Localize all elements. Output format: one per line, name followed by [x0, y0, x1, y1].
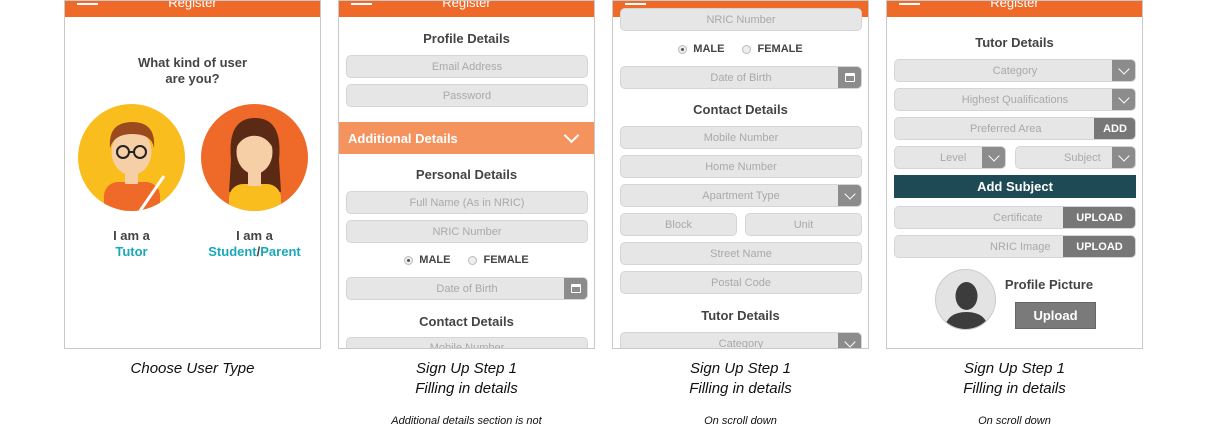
profile-picture-avatar	[935, 269, 996, 330]
date-of-birth-field[interactable]: Date of Birth	[620, 66, 862, 89]
chevron-down-icon	[838, 333, 861, 348]
block-field[interactable]: Block	[620, 213, 737, 236]
unit-field[interactable]: Unit	[745, 213, 862, 236]
radio-selected-icon	[404, 255, 414, 265]
profile-details-heading: Profile Details	[423, 31, 510, 46]
question-text: What kind of user are you?	[137, 55, 248, 86]
additional-details-label: Additional Details	[348, 130, 458, 146]
contact-details-heading: Contact Details	[693, 102, 788, 117]
gender-radio-group: MALE FEMALE	[613, 43, 868, 55]
radio-icon	[742, 44, 752, 54]
student-illustration	[229, 118, 281, 211]
top-bar: Register	[65, 1, 320, 17]
student-parent-option[interactable]: I am a Student/Parent	[193, 228, 316, 260]
mobile-number-field[interactable]: Mobile Number	[346, 337, 588, 348]
contact-details-heading: Contact Details	[419, 314, 514, 329]
mobile-number-field[interactable]: Mobile Number	[620, 126, 862, 149]
calendar-icon[interactable]	[564, 278, 587, 299]
app-title: Register	[442, 0, 491, 10]
caption-step1-b: Sign Up Step 1 Filling in details	[689, 360, 792, 397]
highest-qualifications-select[interactable]: Highest Qualifications	[894, 88, 1136, 111]
add-subject-button[interactable]: Add Subject	[894, 175, 1136, 198]
screen-signup-step1-c: Register Tutor Details Category Highest …	[886, 0, 1143, 349]
app-title: Register	[168, 0, 217, 10]
top-bar: Register	[887, 1, 1142, 17]
female-radio[interactable]: FEMALE	[468, 254, 529, 266]
apartment-type-select[interactable]: Apartment Type	[620, 184, 862, 207]
subject-select[interactable]: Subject	[1015, 146, 1136, 169]
category-select[interactable]: Category	[620, 332, 862, 348]
postal-code-field[interactable]: Postal Code	[620, 271, 862, 294]
app-title: Register	[990, 0, 1039, 10]
tutor-avatar[interactable]	[78, 104, 185, 211]
category-select[interactable]: Category	[894, 59, 1136, 82]
additional-details-toggle[interactable]: Additional Details	[339, 122, 594, 154]
chevron-down-icon	[1112, 147, 1135, 168]
gender-radio-group: MALE FEMALE	[339, 254, 594, 266]
chevron-down-icon	[982, 147, 1005, 168]
tutor-details-heading: Tutor Details	[975, 35, 1054, 50]
caption-choose-user-type: Choose User Type	[130, 360, 255, 377]
add-area-button[interactable]: ADD	[1094, 118, 1135, 139]
user-silhouette-icon	[944, 282, 989, 329]
caption-step1-a: Sign Up Step 1 Filling in details	[415, 360, 518, 397]
profile-picture-label: Profile Picture	[1004, 277, 1094, 292]
certificate-field[interactable]: Certificate UPLOAD	[894, 206, 1136, 229]
note-step1-c: On scroll down	[978, 415, 1051, 427]
note-step1-a: Additional details section is not	[391, 415, 542, 427]
top-bar: Register	[339, 1, 594, 17]
calendar-icon[interactable]	[838, 67, 861, 88]
radio-icon	[468, 255, 478, 265]
email-field[interactable]: Email Address	[346, 55, 588, 78]
nric-image-field[interactable]: NRIC Image UPLOAD	[894, 235, 1136, 258]
tutor-details-heading: Tutor Details	[701, 308, 780, 323]
screen-signup-step1-a: Register Profile Details Email Address P…	[338, 0, 595, 349]
tutor-option[interactable]: I am a Tutor	[78, 228, 185, 260]
chevron-down-icon	[563, 127, 580, 144]
student-avatar[interactable]	[201, 104, 308, 211]
personal-details-heading: Personal Details	[415, 167, 518, 182]
upload-profile-picture-button[interactable]: Upload	[1015, 302, 1096, 329]
note-step1-b: On scroll down	[704, 415, 777, 427]
home-number-field[interactable]: Home Number	[620, 155, 862, 178]
date-of-birth-field[interactable]: Date of Birth	[346, 277, 588, 300]
certificate-upload-button[interactable]: UPLOAD	[1063, 207, 1135, 228]
full-name-field[interactable]: Full Name (As in NRIC)	[346, 191, 588, 214]
male-radio[interactable]: MALE	[404, 254, 450, 266]
chevron-down-icon	[1112, 60, 1135, 81]
screen-choose-user-type: Register What kind of user are you? I am…	[64, 0, 321, 349]
nric-image-upload-button[interactable]: UPLOAD	[1063, 236, 1135, 257]
screen-signup-step1-b: NRIC Number MALE FEMALE Date of Birth Co…	[612, 0, 869, 349]
preferred-area-field[interactable]: Preferred Area ADD	[894, 117, 1136, 140]
level-select[interactable]: Level	[894, 146, 1006, 169]
nric-field[interactable]: NRIC Number	[620, 8, 862, 31]
male-radio[interactable]: MALE	[678, 43, 724, 55]
menu-icon[interactable]	[625, 1, 646, 7]
password-field[interactable]: Password	[346, 84, 588, 107]
chevron-down-icon	[1112, 89, 1135, 110]
nric-field[interactable]: NRIC Number	[346, 220, 588, 243]
radio-selected-icon	[678, 44, 688, 54]
street-name-field[interactable]: Street Name	[620, 242, 862, 265]
chevron-down-icon	[838, 185, 861, 206]
tutor-illustration	[104, 122, 166, 211]
caption-step1-c: Sign Up Step 1 Filling in details	[963, 360, 1066, 397]
female-radio[interactable]: FEMALE	[742, 43, 803, 55]
